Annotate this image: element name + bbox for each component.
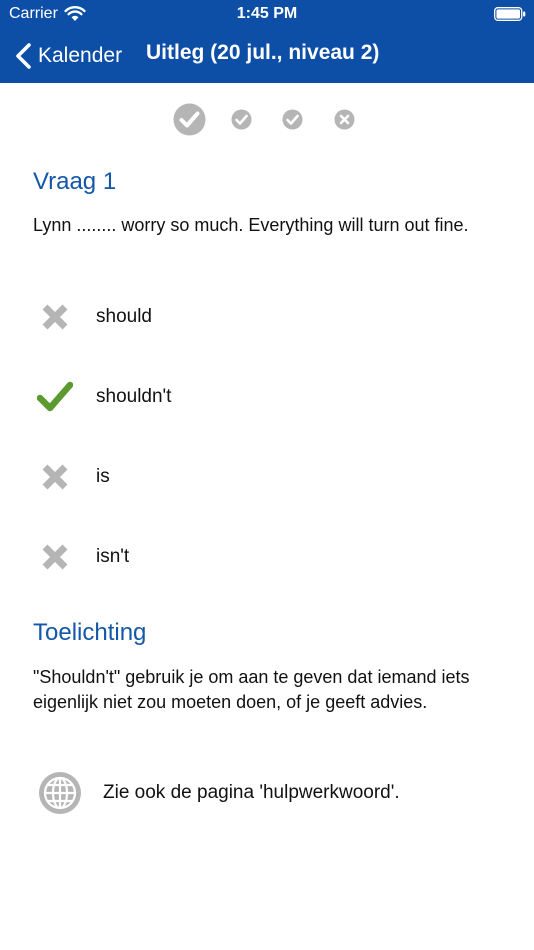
question-heading: Vraag 1 (33, 168, 117, 195)
answer-option[interactable]: shouldn't (34, 372, 494, 422)
check-circle-icon[interactable] (231, 109, 252, 130)
answer-label: shouldn't (96, 386, 172, 407)
check-circle-icon[interactable] (173, 103, 206, 136)
checkmark-icon (37, 381, 73, 412)
question-text: Lynn ........ worry so much. Everything … (33, 215, 469, 235)
cross-icon (42, 304, 68, 330)
back-button[interactable]: Kalender (14, 40, 122, 72)
page-title: Uitleg (20 jul., niveau 2) (146, 41, 380, 64)
answer-option[interactable]: should (34, 292, 494, 342)
status-bar: Carrier 1:45 PM (0, 0, 534, 28)
navigation-bar: Kalender Uitleg (20 jul., niveau 2) (0, 28, 534, 83)
see-also-label: Zie ook de pagina 'hulpwerkwoord'. (103, 782, 400, 803)
answer-option[interactable]: isn't (34, 532, 494, 582)
x-circle-icon[interactable] (334, 109, 355, 130)
globe-icon (39, 772, 81, 814)
answer-label: is (96, 466, 110, 487)
explanation-text: "Shouldn't" gebruik je om aan te geven d… (33, 667, 470, 712)
answer-option[interactable]: is (34, 452, 494, 502)
see-also-link[interactable]: Zie ook de pagina 'hulpwerkwoord'. (38, 770, 498, 816)
app-header: Carrier 1:45 PM Kalender Uitleg (20 jul.… (0, 0, 534, 83)
question-progress (0, 103, 534, 136)
cross-icon (42, 544, 68, 570)
explanation-heading: Toelichting (33, 619, 147, 646)
answer-label: should (96, 306, 152, 327)
cross-icon (42, 464, 68, 490)
chevron-left-icon (16, 43, 31, 69)
battery-icon (494, 7, 526, 21)
check-circle-icon[interactable] (282, 109, 303, 130)
back-button-label: Kalender (38, 44, 123, 67)
answer-label: isn't (96, 546, 130, 567)
status-time: 1:45 PM (236, 5, 298, 22)
